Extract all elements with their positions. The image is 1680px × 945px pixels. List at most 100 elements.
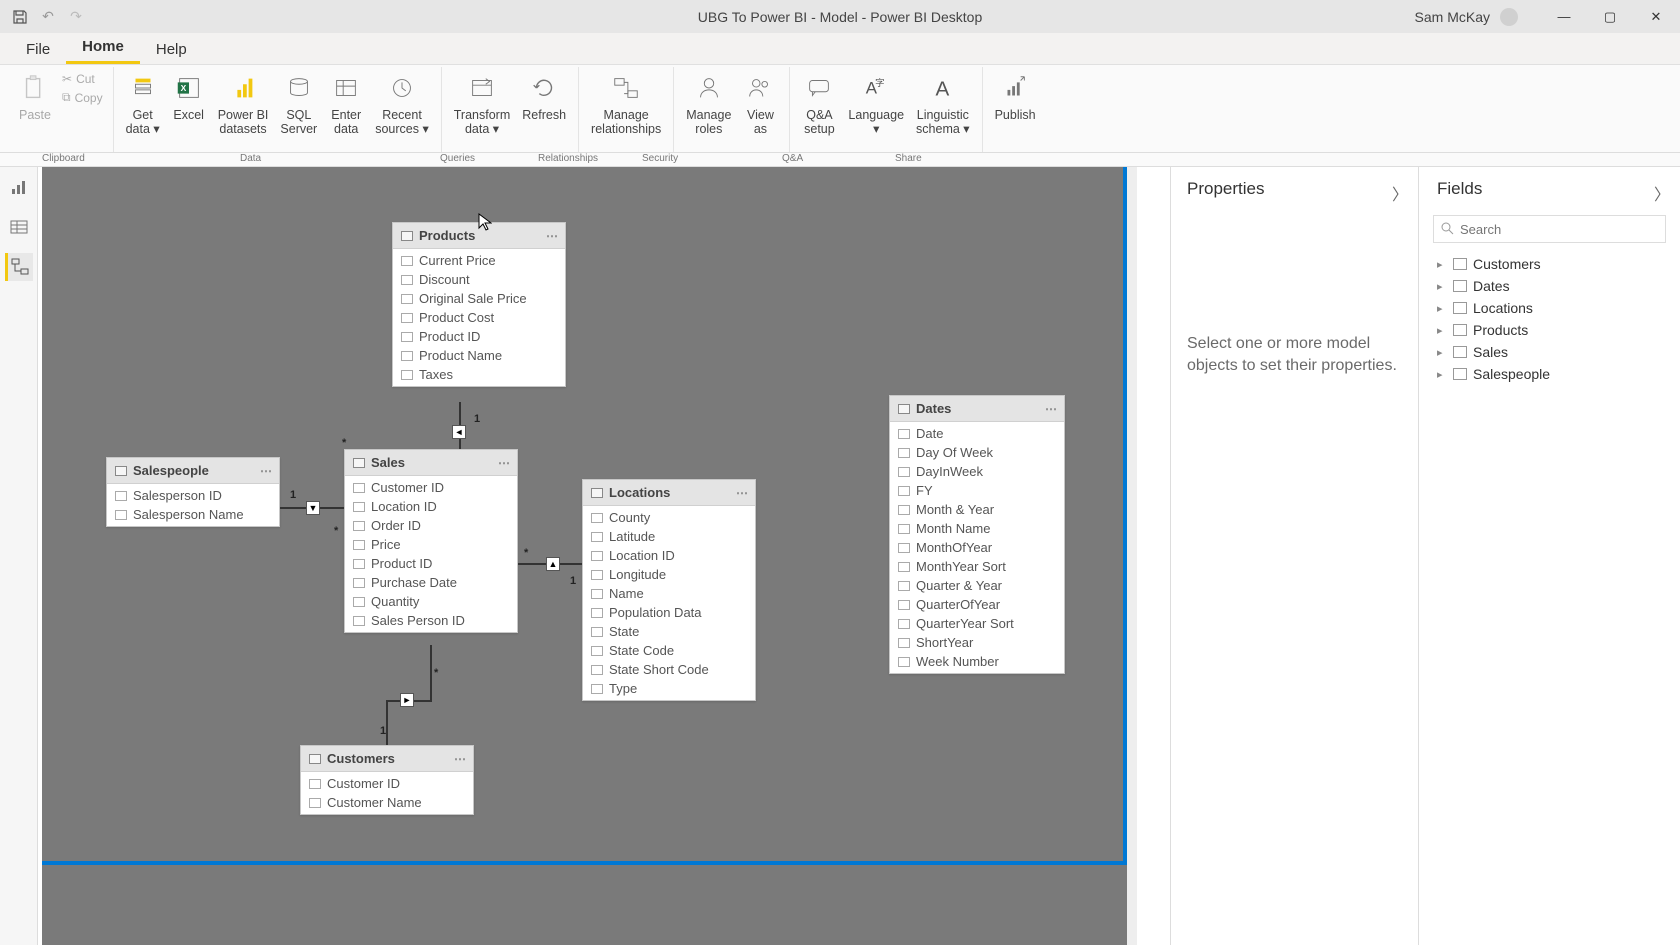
field-row[interactable]: Product ID	[393, 327, 565, 346]
search-input[interactable]	[1460, 222, 1659, 237]
publish-button[interactable]: Publish	[989, 67, 1042, 122]
tab-home[interactable]: Home	[66, 32, 140, 64]
field-row[interactable]: Salesperson Name	[107, 505, 279, 524]
table-dates[interactable]: Dates⋯ DateDay Of WeekDayInWeekFYMonth &…	[889, 395, 1065, 674]
fields-item[interactable]: ▸Customers	[1433, 253, 1670, 275]
qa-setup-button[interactable]: Q&A setup	[796, 67, 842, 137]
field-row[interactable]: State	[583, 622, 755, 641]
fields-search[interactable]	[1433, 215, 1666, 243]
get-data-button[interactable]: Get data ▾	[120, 67, 166, 137]
redo-icon[interactable]: ↷	[66, 7, 86, 27]
field-row[interactable]: Price	[345, 535, 517, 554]
field-row[interactable]: Week Number	[890, 652, 1064, 671]
refresh-button[interactable]: Refresh	[516, 67, 572, 122]
linguistic-schema-button[interactable]: A Linguistic schema ▾	[910, 67, 976, 137]
field-row[interactable]: Day Of Week	[890, 443, 1064, 462]
tab-help[interactable]: Help	[140, 35, 203, 64]
field-row[interactable]: Type	[583, 679, 755, 698]
more-icon[interactable]: ⋯	[498, 456, 511, 470]
field-row[interactable]: Product ID	[345, 554, 517, 573]
fields-item[interactable]: ▸Dates	[1433, 275, 1670, 297]
field-row[interactable]: Customer ID	[301, 774, 473, 793]
view-as-button[interactable]: View as	[737, 67, 783, 137]
field-label: Taxes	[419, 367, 453, 382]
field-row[interactable]: MonthOfYear	[890, 538, 1064, 557]
table-customers[interactable]: Customers⋯ Customer IDCustomer Name	[300, 745, 474, 815]
table-salespeople[interactable]: Salespeople⋯ Salesperson IDSalesperson N…	[106, 457, 280, 527]
field-row[interactable]: Order ID	[345, 516, 517, 535]
field-row[interactable]: Original Sale Price	[393, 289, 565, 308]
field-row[interactable]: ShortYear	[890, 633, 1064, 652]
field-row[interactable]: Population Data	[583, 603, 755, 622]
field-row[interactable]: MonthYear Sort	[890, 557, 1064, 576]
avatar[interactable]	[1500, 8, 1518, 26]
linguistic-icon: A	[926, 71, 960, 105]
more-icon[interactable]: ⋯	[260, 464, 273, 478]
chevron-right-icon[interactable]: 〉	[1654, 181, 1670, 205]
field-row[interactable]: Sales Person ID	[345, 611, 517, 630]
scrollbar[interactable]	[1127, 167, 1137, 945]
field-row[interactable]: Name	[583, 584, 755, 603]
properties-pane: Properties 〉 Select one or more model ob…	[1170, 167, 1418, 945]
fields-item[interactable]: ▸Products	[1433, 319, 1670, 341]
field-row[interactable]: State Code	[583, 641, 755, 660]
field-row[interactable]: Date	[890, 424, 1064, 443]
field-row[interactable]: Month Name	[890, 519, 1064, 538]
field-row[interactable]: Longitude	[583, 565, 755, 584]
field-row[interactable]: Quarter & Year	[890, 576, 1064, 595]
field-row[interactable]: State Short Code	[583, 660, 755, 679]
field-row[interactable]: Location ID	[345, 497, 517, 516]
more-icon[interactable]: ⋯	[546, 229, 559, 243]
table-products[interactable]: Products⋯ Current PriceDiscountOriginal …	[392, 222, 566, 387]
manage-roles-button[interactable]: Manage roles	[680, 67, 737, 137]
more-icon[interactable]: ⋯	[736, 486, 749, 500]
field-row[interactable]: Salesperson ID	[107, 486, 279, 505]
field-row[interactable]: DayInWeek	[890, 462, 1064, 481]
field-row[interactable]: Month & Year	[890, 500, 1064, 519]
sql-server-button[interactable]: SQL Server	[274, 67, 323, 137]
field-row[interactable]: QuarterYear Sort	[890, 614, 1064, 633]
fields-item[interactable]: ▸Locations	[1433, 297, 1670, 319]
language-button[interactable]: A字 Language▾	[842, 67, 910, 137]
field-row[interactable]: Customer ID	[345, 478, 517, 497]
more-icon[interactable]: ⋯	[1045, 402, 1058, 416]
tab-file[interactable]: File	[10, 35, 66, 64]
pbi-datasets-button[interactable]: Power BI datasets	[212, 67, 275, 137]
field-row[interactable]: Customer Name	[301, 793, 473, 812]
field-row[interactable]: Discount	[393, 270, 565, 289]
field-row[interactable]: Product Cost	[393, 308, 565, 327]
table-sales[interactable]: Sales⋯ Customer IDLocation IDOrder IDPri…	[344, 449, 518, 633]
recent-icon	[385, 71, 419, 105]
field-row[interactable]: Location ID	[583, 546, 755, 565]
minimize-button[interactable]: —	[1544, 2, 1584, 32]
user-name[interactable]: Sam McKay	[1415, 9, 1494, 25]
field-row[interactable]: Purchase Date	[345, 573, 517, 592]
field-icon	[353, 521, 365, 531]
field-row[interactable]: Taxes	[393, 365, 565, 384]
restore-button[interactable]: ▢	[1590, 2, 1630, 32]
model-view-icon[interactable]	[5, 253, 33, 281]
undo-icon[interactable]: ↶	[38, 7, 58, 27]
field-row[interactable]: Current Price	[393, 251, 565, 270]
field-row[interactable]: FY	[890, 481, 1064, 500]
transform-data-button[interactable]: Transform data ▾	[448, 67, 517, 137]
model-canvas[interactable]: Products⋯ Current PriceDiscountOriginal …	[42, 167, 1127, 945]
close-button[interactable]: ✕	[1636, 2, 1676, 32]
report-view-icon[interactable]	[5, 173, 33, 201]
manage-relationships-button[interactable]: Manage relationships	[585, 67, 667, 137]
excel-button[interactable]: X Excel	[166, 67, 212, 122]
fields-item[interactable]: ▸Salespeople	[1433, 363, 1670, 385]
field-row[interactable]: QuarterOfYear	[890, 595, 1064, 614]
recent-sources-button[interactable]: Recent sources ▾	[369, 67, 435, 137]
more-icon[interactable]: ⋯	[454, 752, 467, 766]
field-row[interactable]: Quantity	[345, 592, 517, 611]
save-icon[interactable]	[10, 7, 30, 27]
table-locations[interactable]: Locations⋯ CountyLatitudeLocation IDLong…	[582, 479, 756, 701]
field-row[interactable]: Latitude	[583, 527, 755, 546]
fields-item[interactable]: ▸Sales	[1433, 341, 1670, 363]
field-row[interactable]: Product Name	[393, 346, 565, 365]
field-row[interactable]: County	[583, 508, 755, 527]
enter-data-button[interactable]: Enter data	[323, 67, 369, 137]
chevron-right-icon[interactable]: 〉	[1392, 181, 1408, 205]
data-view-icon[interactable]	[5, 213, 33, 241]
